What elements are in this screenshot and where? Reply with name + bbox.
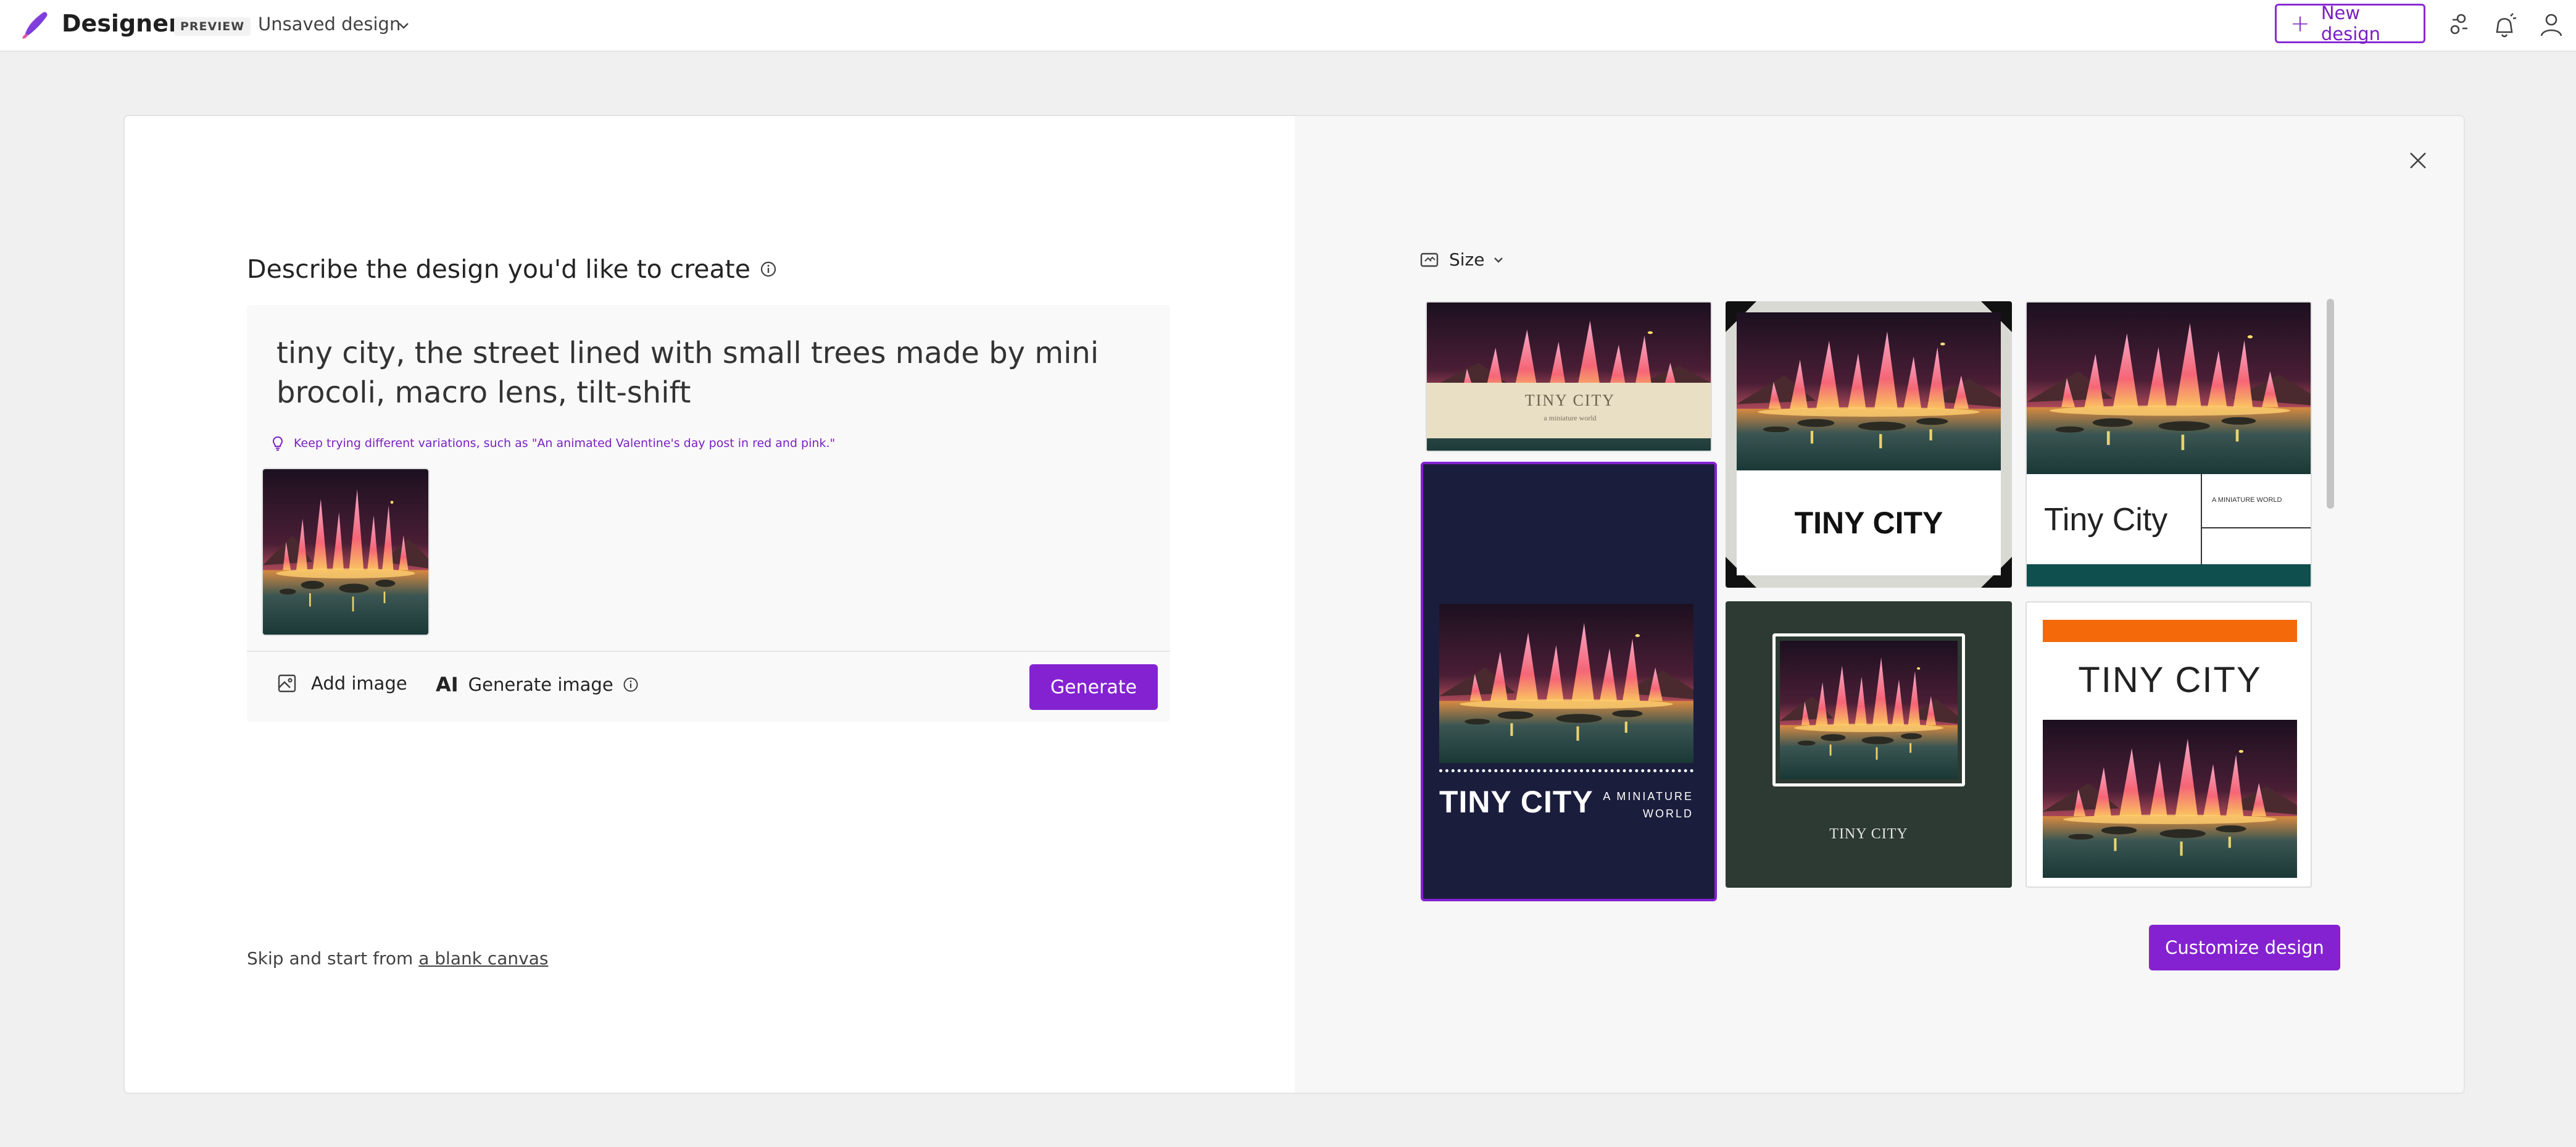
design-option-1[interactable]: TINY CITY a miniature world xyxy=(1426,301,1712,452)
image-icon xyxy=(278,674,296,693)
skip-text: Skip and start from xyxy=(247,948,419,969)
lightbulb-icon xyxy=(272,436,283,451)
design-title: TINY CITY xyxy=(1829,826,1908,842)
close-icon[interactable] xyxy=(2403,146,2433,175)
brand-name: Designer xyxy=(62,10,180,37)
generate-image-button[interactable]: AI Generate image xyxy=(436,673,639,696)
customize-design-button[interactable]: Customize design xyxy=(2149,925,2340,970)
info-icon[interactable] xyxy=(622,676,639,693)
new-design-button[interactable]: + New design xyxy=(2275,2,2425,44)
design-subtitle: a miniature world xyxy=(1544,414,1597,422)
account-icon[interactable] xyxy=(2537,10,2566,40)
ai-icon: AI xyxy=(436,673,459,696)
dotted-divider xyxy=(1439,769,1693,772)
describe-title-text: Describe the design you'd like to create xyxy=(247,254,750,284)
skip-row: Skip and start from a blank canvas xyxy=(247,948,548,969)
design-title: TINY CITY xyxy=(2078,660,2262,700)
design-list-scrollbar[interactable] xyxy=(2327,299,2334,509)
document-title[interactable]: Unsaved design xyxy=(258,14,401,35)
design-option-5[interactable]: TINY CITY xyxy=(1726,601,2012,888)
blank-canvas-link[interactable]: a blank canvas xyxy=(418,948,548,969)
tip-row: Keep trying different variations, such a… xyxy=(269,435,835,452)
uploaded-image-thumbnail[interactable] xyxy=(262,468,430,636)
design-option-2[interactable]: TINY CITY xyxy=(1726,301,2012,588)
teal-band xyxy=(2027,564,2311,586)
orange-bar xyxy=(2043,620,2297,642)
chevron-down-icon xyxy=(1494,257,1503,263)
tip-text: Keep trying different variations, such a… xyxy=(294,436,836,450)
prompt-input[interactable]: tiny city, the street lined with small t… xyxy=(276,333,1153,412)
add-image-label: Add image xyxy=(311,673,407,694)
generate-image-label: Generate image xyxy=(468,674,613,695)
top-bar: Designer PREVIEW Unsaved design + New de… xyxy=(0,0,2576,52)
resize-icon xyxy=(1420,252,1439,267)
chevron-down-icon[interactable] xyxy=(395,17,412,35)
prompt-divider xyxy=(247,651,1170,652)
design-title: Tiny City xyxy=(2044,502,2168,538)
design-title: TINY CITY xyxy=(1794,506,1943,540)
plus-icon: + xyxy=(2290,10,2310,37)
design-option-3[interactable]: Tiny City A MINIATURE WORLD xyxy=(2025,301,2312,588)
preview-badge: PREVIEW xyxy=(174,17,251,36)
design-option-4-selected[interactable]: TINY CITY A MINIATURE WORLD xyxy=(1421,462,1717,901)
design-subtitle: A MINIATURE WORLD xyxy=(1603,790,1693,820)
design-option-6[interactable]: TINY CITY xyxy=(2025,601,2312,888)
size-label: Size xyxy=(1449,249,1485,270)
size-dropdown[interactable]: Size xyxy=(1419,249,1505,270)
add-image-button[interactable]: Add image xyxy=(276,673,407,694)
new-design-label: New design xyxy=(2320,2,2381,44)
describe-title: Describe the design you'd like to create xyxy=(247,254,778,284)
share-icon[interactable] xyxy=(2444,10,2474,40)
designer-logo-icon[interactable] xyxy=(19,7,53,42)
announcements-icon[interactable] xyxy=(2490,10,2519,40)
design-title: TINY CITY xyxy=(1524,391,1616,409)
design-subtitle: A MINIATURE WORLD xyxy=(2212,496,2282,504)
design-title: TINY CITY xyxy=(1439,785,1593,819)
info-icon[interactable] xyxy=(759,260,778,278)
generate-button[interactable]: Generate xyxy=(1029,664,1158,710)
